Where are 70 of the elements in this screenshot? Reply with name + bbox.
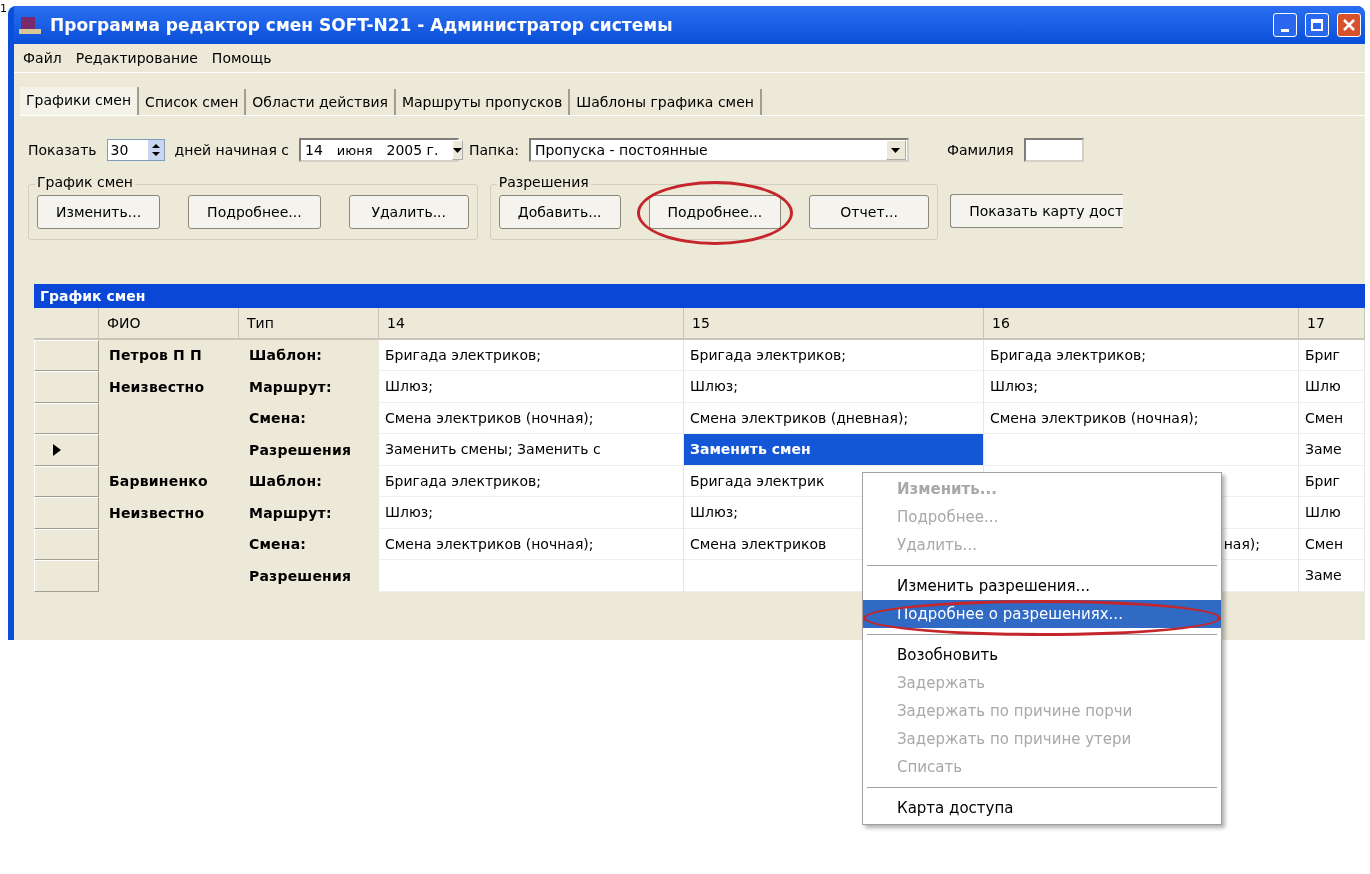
table-cell[interactable]: Бригада электриков; bbox=[984, 339, 1299, 371]
table-cell[interactable] bbox=[379, 560, 684, 592]
table-cell[interactable]: Смен bbox=[1299, 528, 1365, 560]
column-header[interactable]: ФИО bbox=[99, 308, 239, 340]
dialog-button[interactable]: Удалить... bbox=[348, 195, 469, 229]
context-menu-item[interactable]: Изменить разрешения... bbox=[863, 572, 1221, 600]
table-cell[interactable]: Шлюз; bbox=[984, 371, 1299, 403]
menu-item[interactable]: Редактирование bbox=[70, 50, 203, 66]
table-cell[interactable]: Шлю bbox=[1299, 497, 1365, 529]
show-label: Показать bbox=[28, 142, 97, 158]
context-menu-item[interactable]: Карта доступа bbox=[863, 794, 1221, 822]
table-cell[interactable]: Заменить смены; Заменить с bbox=[379, 434, 684, 466]
folder-dropdown[interactable]: Пропуска - постоянные bbox=[529, 138, 909, 162]
group-title: График смен bbox=[35, 174, 135, 190]
access-map-button[interactable]: Показать карту дост bbox=[950, 194, 1124, 228]
close-icon bbox=[1342, 18, 1356, 32]
table-cell[interactable]: Шлюз; bbox=[379, 371, 684, 403]
dialog-button[interactable]: Отчет... bbox=[809, 195, 930, 229]
table-cell[interactable]: Бригада электриков; bbox=[379, 339, 684, 371]
surname-field[interactable] bbox=[1023, 138, 1084, 162]
dropdown-arrow-icon bbox=[891, 147, 901, 153]
days-spinner[interactable]: 30 bbox=[106, 139, 165, 161]
table-cell[interactable]: Шлюз; bbox=[684, 371, 984, 403]
maximize-button[interactable] bbox=[1305, 13, 1329, 37]
window-title: Программа редактор смен SOFT-N21 - Администратор системы bbox=[50, 15, 674, 35]
tab[interactable]: Графики смен bbox=[20, 87, 140, 115]
table-cell[interactable]: Бриг bbox=[1299, 339, 1365, 371]
header-corner bbox=[34, 308, 99, 340]
context-menu-item[interactable]: Возобновить bbox=[863, 641, 1221, 669]
table-cell[interactable]: Бригада электриков; bbox=[379, 465, 684, 497]
maximize-icon bbox=[1310, 18, 1324, 32]
table-cell[interactable]: Заме bbox=[1299, 560, 1365, 592]
dialog-button[interactable]: Подробнее... bbox=[648, 195, 782, 229]
close-button[interactable] bbox=[1337, 13, 1361, 37]
table-cell[interactable]: Шлюз; bbox=[379, 497, 684, 529]
dialog-button[interactable]: Добавить... bbox=[498, 195, 621, 229]
table-cell[interactable]: Смена электриков (ночная); bbox=[379, 528, 684, 560]
table-cell[interactable]: Смена электриков (ночная); bbox=[379, 402, 684, 434]
corner-mark: 1 bbox=[0, 2, 7, 15]
table-cell[interactable]: Бригада электриков; bbox=[684, 339, 984, 371]
table-cell[interactable]: Смен bbox=[1299, 402, 1365, 434]
minimize-button[interactable] bbox=[1273, 13, 1297, 37]
column-header[interactable]: 14 bbox=[379, 308, 684, 340]
spinner-arrows-icon bbox=[147, 140, 164, 160]
table-cell[interactable]: Заме bbox=[1299, 434, 1365, 466]
dialog-button[interactable]: Изменить... bbox=[37, 195, 161, 229]
column-header[interactable]: 15 bbox=[684, 308, 984, 340]
menu-item[interactable]: Файл bbox=[18, 50, 67, 66]
column-header[interactable]: Тип bbox=[239, 308, 379, 340]
row-header[interactable] bbox=[34, 434, 99, 466]
column-header[interactable]: 17 bbox=[1299, 308, 1365, 340]
column-header[interactable]: 16 bbox=[984, 308, 1299, 340]
table-cell[interactable]: Смена электриков (ночная); bbox=[984, 402, 1299, 434]
days-label: дней начиная с bbox=[174, 142, 289, 158]
table-cell[interactable] bbox=[984, 434, 1299, 466]
context-menu-item[interactable]: Подробнее о разрешениях... bbox=[863, 600, 1221, 628]
dialog-button[interactable]: Подробнее... bbox=[188, 195, 321, 229]
group-title: Разрешения bbox=[496, 174, 591, 190]
minimize-icon bbox=[1281, 28, 1289, 32]
menu-item[interactable]: Помощь bbox=[206, 50, 277, 66]
grid-title: График смен bbox=[34, 284, 1365, 308]
table-cell[interactable]: Смена электриков (дневная); bbox=[684, 402, 984, 434]
folder-label: Папка: bbox=[468, 142, 519, 158]
dropdown-arrow-icon bbox=[453, 147, 463, 153]
app-icon bbox=[18, 14, 42, 36]
table-cell[interactable]: Заменить смен bbox=[684, 434, 984, 466]
surname-label: Фамилия bbox=[947, 142, 1014, 158]
table-cell[interactable]: Бриг bbox=[1299, 465, 1365, 497]
current-row-icon bbox=[53, 443, 61, 456]
table-cell[interactable]: Шлю bbox=[1299, 371, 1365, 403]
